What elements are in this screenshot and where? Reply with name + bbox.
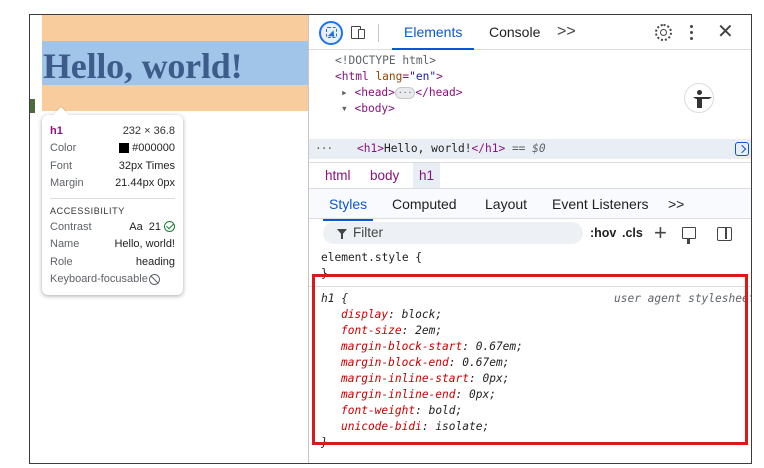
color-swatch — [119, 143, 130, 154]
filter-placeholder: Filter — [353, 225, 383, 240]
toggle-sidebar-icon[interactable] — [717, 227, 732, 241]
margin-overlay-top — [42, 15, 308, 41]
breadcrumb: html body h1 — [309, 162, 751, 189]
tooltip-dimensions: 232 × 36.8 — [122, 124, 175, 137]
more-subtabs-button[interactable]: >> — [668, 189, 684, 220]
ua-rule-selector: h1 { — [321, 292, 348, 305]
tooltip-margin-label: Margin — [50, 177, 84, 190]
inspect-element-icon[interactable] — [319, 21, 343, 45]
tooltip-font-value: 32px Times — [118, 159, 175, 172]
role-label: Role — [50, 255, 73, 268]
ua-stylesheet-label: user agent stylesheet — [614, 292, 752, 305]
tab-styles[interactable]: Styles — [322, 189, 374, 221]
tab-layout[interactable]: Layout — [485, 189, 527, 220]
dom-head-node[interactable]: ▸ <head> ··· </head> — [341, 85, 463, 101]
contrast-value: 21 — [148, 220, 161, 233]
app-frame: Hello, world! h1 232 × 36.8 Color #00000… — [29, 14, 752, 464]
tooltip-divider — [50, 198, 175, 199]
inspect-tooltip: h1 232 × 36.8 Color #000000 Font 32px Ti… — [42, 106, 183, 295]
gear-icon[interactable] — [655, 24, 672, 41]
contrast-label: Contrast — [50, 220, 92, 233]
edge-marker — [30, 99, 35, 113]
open-in-panel-icon[interactable] — [735, 142, 749, 156]
expand-triangle-icon: ▸ — [341, 86, 355, 99]
collapsed-ellipsis[interactable]: ··· — [394, 87, 416, 99]
decl-margin-inline-start: margin-inline-start: 0px; — [341, 372, 510, 385]
not-allowed-icon — [148, 273, 160, 285]
margin-overlay-bottom — [42, 85, 308, 111]
dom-h1-node[interactable]: <h1>Hello, world!</h1> == $0 — [357, 141, 546, 157]
tooltip-font-label: Font — [50, 159, 73, 172]
tab-event-listeners[interactable]: Event Listeners — [552, 189, 649, 220]
decl-margin-inline-end: margin-inline-end: 0px; — [341, 388, 496, 401]
decl-margin-block-end: margin-block-end: 0.67em; — [341, 356, 510, 369]
device-toolbar-icon[interactable] — [351, 26, 365, 39]
element-style-selector[interactable]: element.style { — [321, 250, 422, 266]
accessibility-header: ACCESSIBILITY — [50, 206, 125, 216]
name-label: Name — [50, 238, 80, 251]
accessibility-icon[interactable] — [684, 83, 714, 113]
toolbar-divider — [378, 24, 379, 42]
breadcrumb-html[interactable]: html — [325, 163, 351, 189]
collapse-triangle-icon: ▾ — [341, 102, 355, 115]
close-icon[interactable]: ✕ — [717, 21, 734, 43]
tab-console[interactable]: Console — [489, 15, 540, 50]
page-viewport: Hello, world! h1 232 × 36.8 Color #00000… — [30, 15, 308, 463]
filter-input[interactable]: Filter — [323, 222, 583, 244]
tab-computed[interactable]: Computed — [392, 189, 457, 220]
role-value: heading — [135, 255, 175, 268]
dom-tree: <!DOCTYPE html> <html lang="en"> ▸ <head… — [309, 51, 751, 161]
tooltip-color-value: #000000 — [132, 142, 175, 155]
tooltip-tag: h1 — [50, 124, 63, 137]
tooltip-color-label: Color — [50, 142, 77, 155]
decl-display: display: block; — [341, 308, 443, 321]
more-tabs-button[interactable]: >> — [557, 15, 576, 50]
name-value: Hello, world! — [114, 238, 175, 251]
dom-body-node[interactable]: ▾ <body> — [341, 101, 395, 117]
decl-margin-block-start: margin-block-start: 0.67em; — [341, 340, 523, 353]
styles-pane: element.style { } h1 { user agent styles… — [309, 248, 752, 463]
decl-font-size: font-size: 2em; — [341, 324, 443, 337]
dom-doctype[interactable]: <!DOCTYPE html> — [335, 53, 436, 69]
filter-icon — [337, 229, 347, 239]
contrast-sample: Aa — [129, 220, 143, 233]
row-ellipsis[interactable]: ··· — [315, 141, 333, 157]
rule-divider — [309, 286, 751, 287]
kebab-menu-icon[interactable] — [690, 25, 694, 41]
check-icon — [164, 221, 175, 233]
breadcrumb-h1[interactable]: h1 — [413, 163, 441, 189]
devtools-panel: Elements Console >> ✕ <!DOCTYPE html> <h… — [308, 15, 752, 463]
devtools-tabbar: Elements Console >> ✕ — [309, 15, 751, 50]
decl-unicode-bidi: unicode-bidi: isolate; — [341, 420, 490, 433]
element-style-close: } — [321, 267, 328, 280]
page-heading[interactable]: Hello, world! — [43, 45, 243, 87]
paint-brush-icon[interactable] — [682, 227, 696, 244]
breadcrumb-body[interactable]: body — [370, 163, 399, 189]
keyboard-focusable-label: Keyboard-focusable — [50, 273, 148, 286]
styles-toolbar: Filter :hov .cls + — [309, 219, 751, 248]
decl-font-weight: font-weight: bold; — [341, 404, 463, 417]
hov-toggle[interactable]: :hov — [590, 219, 616, 248]
tab-elements[interactable]: Elements — [391, 15, 475, 50]
styles-subtabs: Styles Computed Layout Event Listeners >… — [309, 188, 751, 221]
tooltip-margin-value: 21.44px 0px — [115, 177, 175, 190]
new-rule-plus-icon[interactable]: + — [654, 222, 667, 244]
dom-html-node[interactable]: <html lang="en"> — [335, 69, 443, 85]
cls-toggle[interactable]: .cls — [622, 219, 643, 248]
ua-rule-close: } — [321, 436, 328, 449]
